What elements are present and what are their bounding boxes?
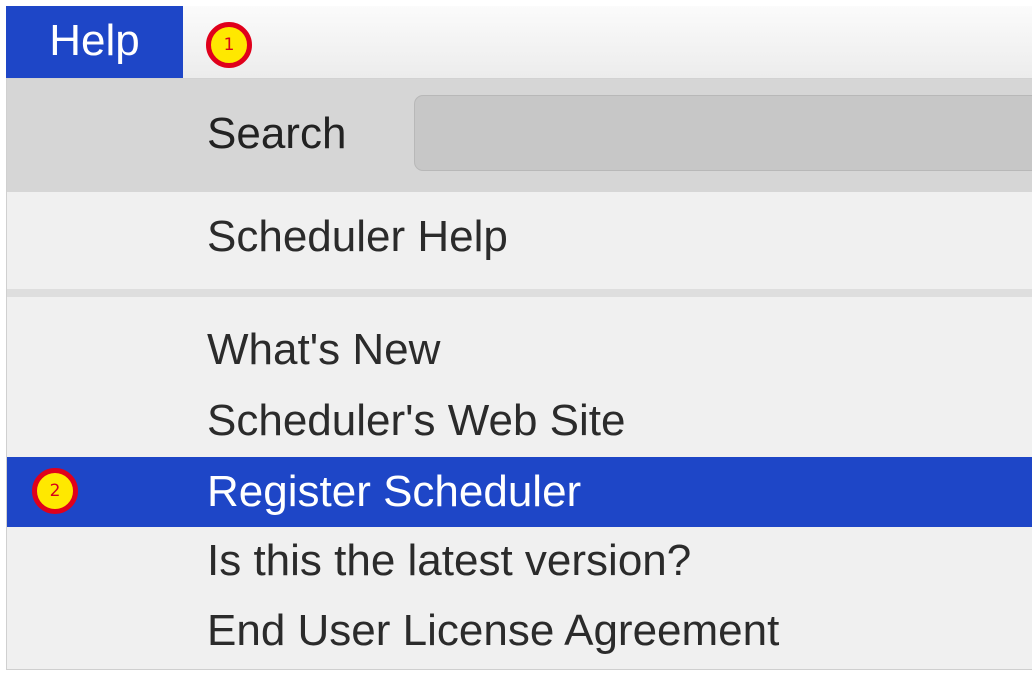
menu-item-web-site[interactable]: Scheduler's Web Site: [7, 387, 1032, 455]
callout-badge-1: 1: [206, 22, 252, 68]
menu-item-license-agreement[interactable]: End User License Agreement: [7, 597, 1032, 665]
search-input[interactable]: [414, 95, 1032, 171]
menu-item-whats-new[interactable]: What's New: [7, 316, 1032, 384]
screenshot-stage: Help Search Scheduler Help What's New Sc…: [0, 0, 1032, 675]
help-menu[interactable]: Help: [6, 6, 183, 78]
menu-search-row: Search: [7, 79, 1032, 192]
menu-separator: [7, 289, 1032, 297]
search-label: Search: [207, 109, 347, 158]
callout-badge-2: 2: [32, 468, 78, 514]
menu-bar: Help: [6, 6, 1032, 79]
help-dropdown-menu: Search Scheduler Help What's New Schedul…: [6, 79, 1032, 670]
menu-item-scheduler-help[interactable]: Scheduler Help: [7, 203, 1032, 271]
menu-item-latest-version[interactable]: Is this the latest version?: [7, 527, 1032, 595]
menu-item-register-scheduler[interactable]: Register Scheduler: [7, 457, 1032, 527]
